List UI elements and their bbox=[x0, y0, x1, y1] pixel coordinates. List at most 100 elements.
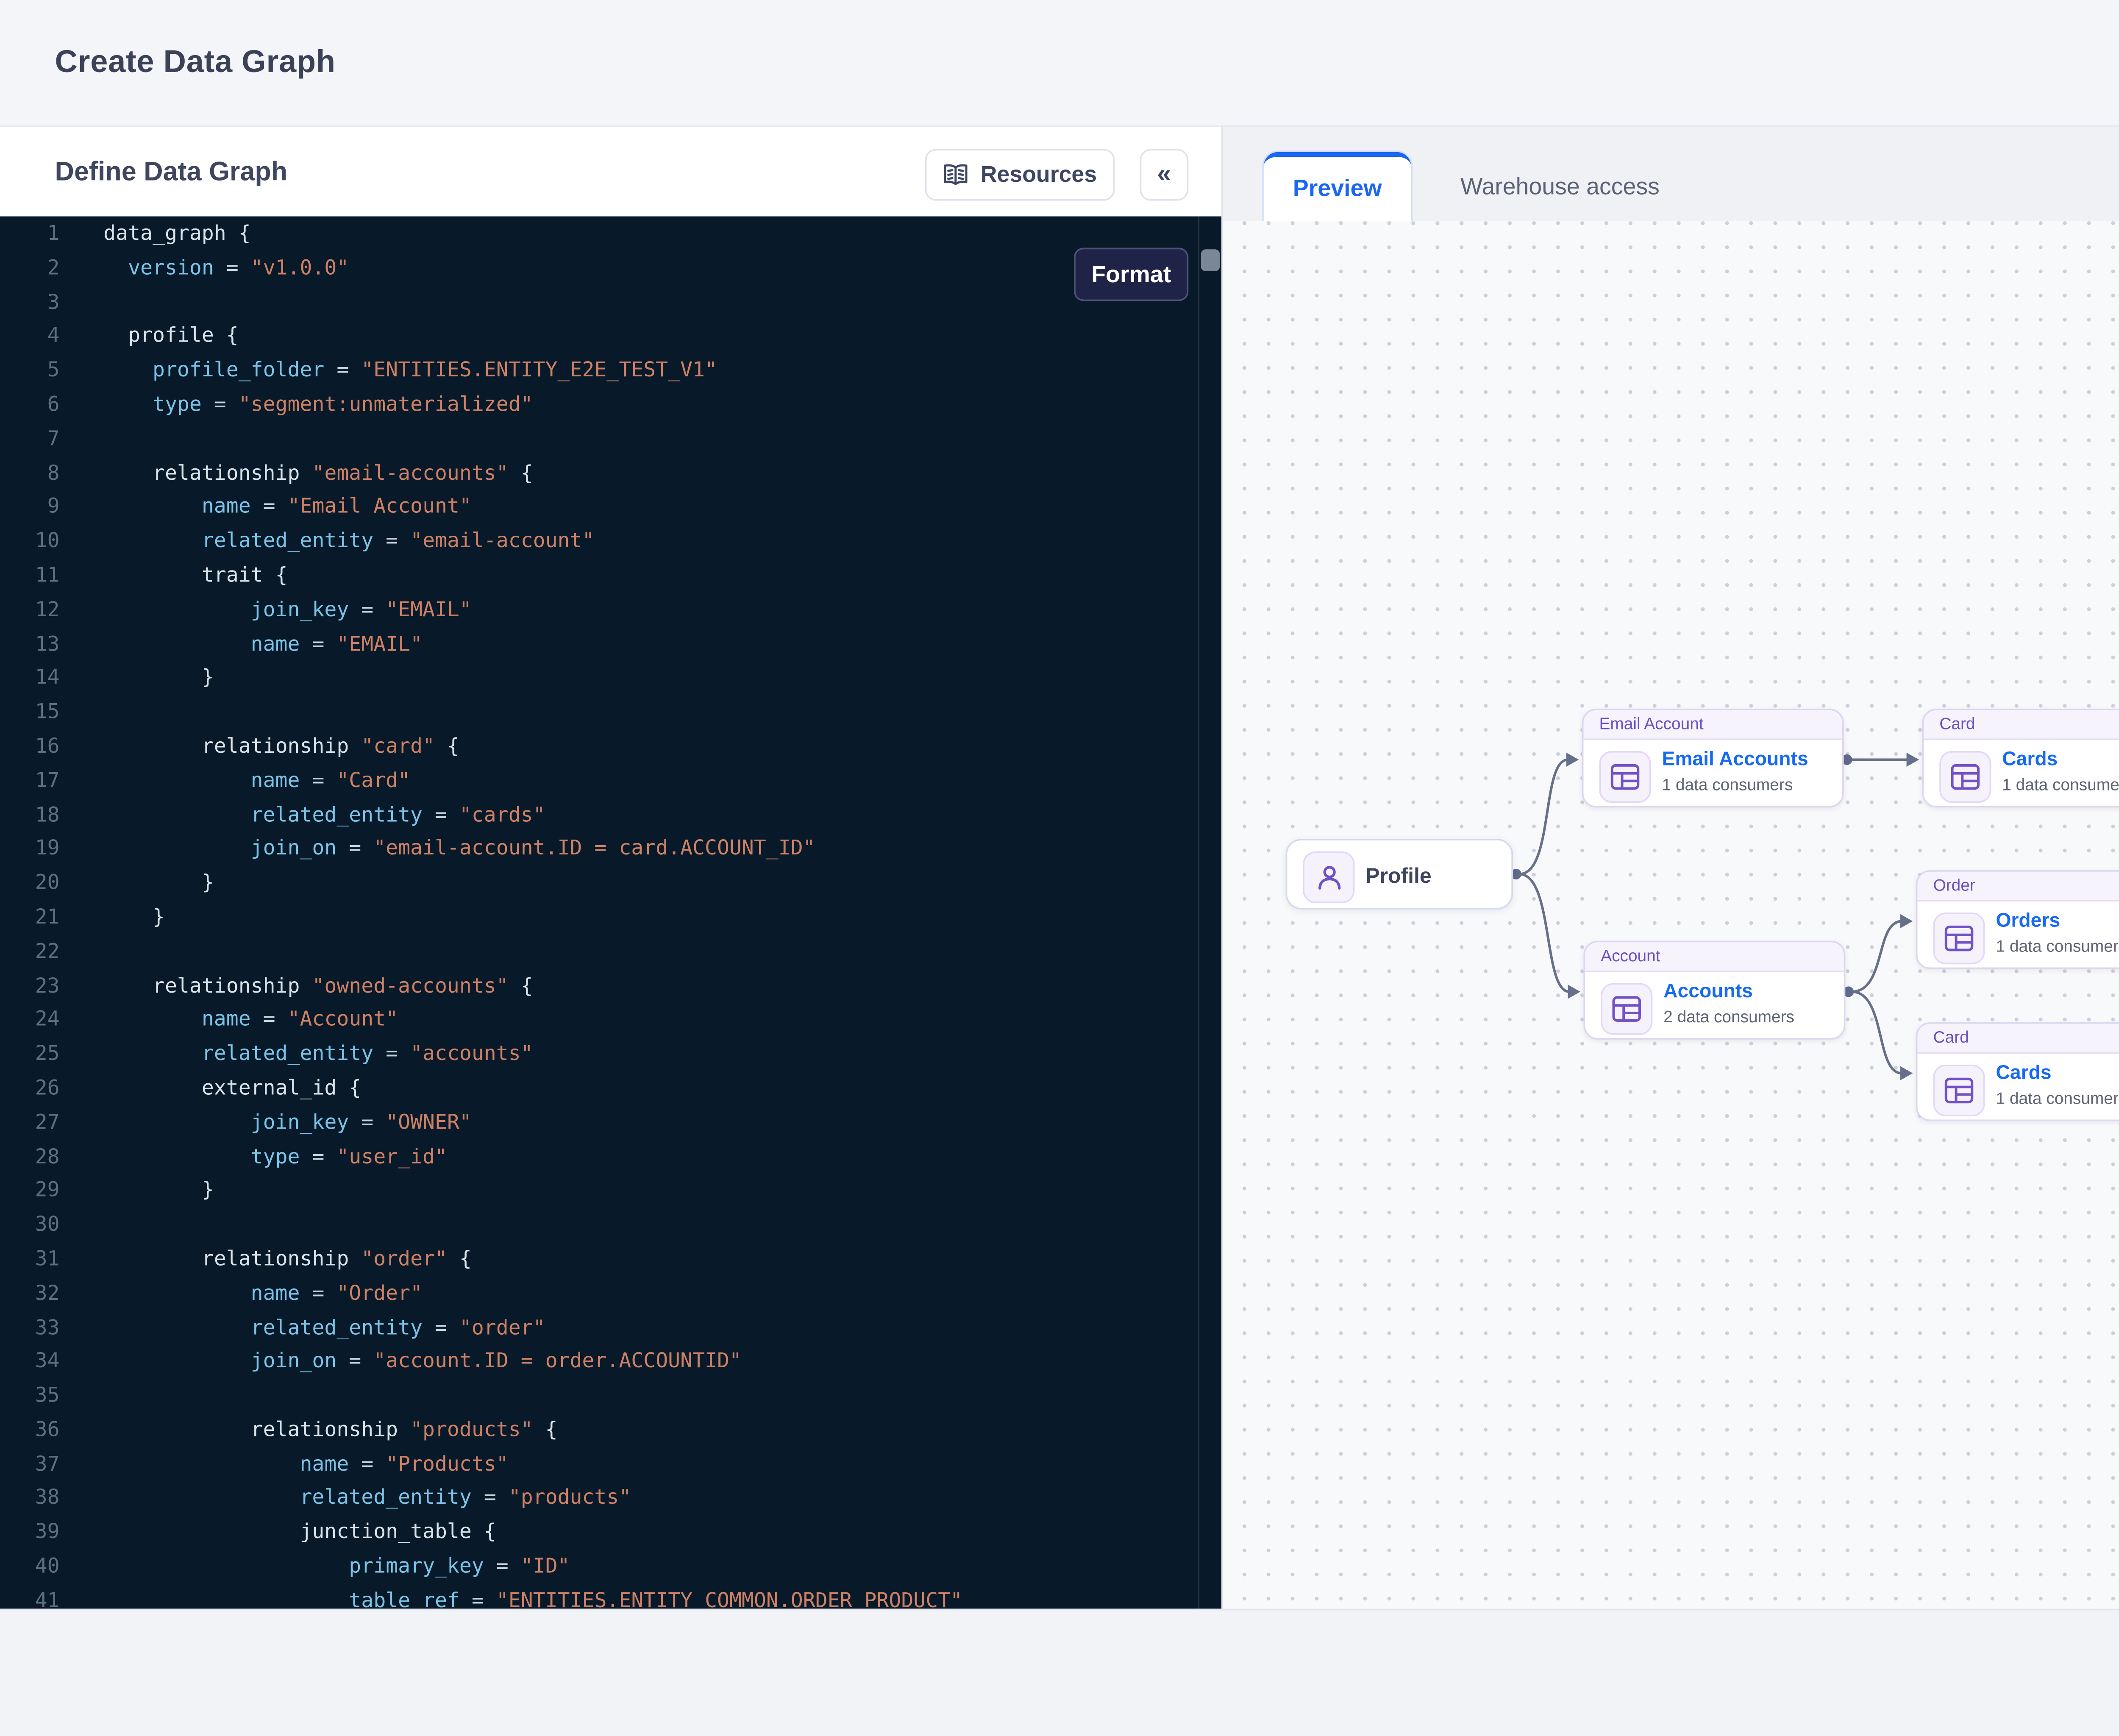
code-line-34: 34 join_on = "account.ID = order.ACCOUNT… bbox=[0, 1346, 1198, 1380]
code-line-35: 35 bbox=[0, 1380, 1198, 1414]
line-number: 21 bbox=[0, 901, 60, 936]
graph-node-cards-bottom[interactable]: Card Cards 1 data consumers bbox=[1916, 1022, 2119, 1121]
line-number: 23 bbox=[0, 970, 60, 1004]
code-line-5: 5 profile_folder = "ENTITIES.ENTITY_E2E_… bbox=[0, 355, 1198, 389]
node-title: Email Accounts bbox=[1662, 748, 1808, 770]
code-line-20: 20 } bbox=[0, 867, 1198, 901]
line-number: 5 bbox=[0, 355, 60, 389]
node-title: Cards bbox=[1996, 1062, 2051, 1084]
line-number: 26 bbox=[0, 1072, 60, 1107]
format-button[interactable]: Format bbox=[1074, 248, 1188, 301]
code-line-29: 29 } bbox=[0, 1175, 1198, 1209]
table-icon bbox=[1939, 751, 1991, 803]
graph-node-orders[interactable]: Order Orders 1 data consumers bbox=[1916, 870, 2119, 969]
line-number: 4 bbox=[0, 320, 60, 355]
line-number: 22 bbox=[0, 936, 60, 970]
code-line-26: 26 external_id { bbox=[0, 1072, 1198, 1107]
line-number: 11 bbox=[0, 560, 60, 594]
code-line-7: 7 bbox=[0, 423, 1198, 457]
graph-node-cards-top[interactable]: Card Cards 1 data consumer bbox=[1922, 709, 2119, 807]
line-number: 36 bbox=[0, 1414, 60, 1449]
page-header: Create Data Graph Cancel bbox=[0, 0, 2119, 127]
line-number: 35 bbox=[0, 1380, 60, 1414]
code-line-28: 28 type = "user_id" bbox=[0, 1141, 1198, 1175]
code-line-14: 14 } bbox=[0, 662, 1198, 697]
node-title: Orders bbox=[1996, 910, 2060, 932]
graph-node-profile[interactable]: Profile bbox=[1286, 839, 1513, 909]
node-consumers-count: 1 data consumer bbox=[2002, 776, 2119, 795]
code-line-13: 13 name = "EMAIL" bbox=[0, 628, 1198, 662]
line-number: 3 bbox=[0, 287, 60, 321]
page-footer: Save bbox=[0, 1609, 2119, 1736]
code-line-39: 39 junction_table { bbox=[0, 1516, 1198, 1551]
line-number: 17 bbox=[0, 765, 60, 799]
line-number: 25 bbox=[0, 1038, 60, 1073]
code-lines: 1data_graph {2 version = "v1.0.0"34 prof… bbox=[0, 218, 1198, 1608]
code-line-30: 30 bbox=[0, 1209, 1198, 1244]
code-line-3: 3 bbox=[0, 287, 1198, 321]
code-line-4: 4 profile { bbox=[0, 320, 1198, 355]
code-line-8: 8 relationship "email-accounts" { bbox=[0, 457, 1198, 492]
resources-button[interactable]: Resources bbox=[925, 149, 1115, 200]
line-number: 10 bbox=[0, 526, 60, 560]
line-number: 33 bbox=[0, 1312, 60, 1346]
line-number: 27 bbox=[0, 1107, 60, 1141]
preview-panel: Preview Warehouse access Profile Email Ac… bbox=[1223, 127, 2119, 1609]
code-editor[interactable]: 1data_graph {2 version = "v1.0.0"34 prof… bbox=[0, 217, 1223, 1609]
person-icon bbox=[1303, 851, 1354, 903]
line-number: 34 bbox=[0, 1346, 60, 1380]
line-number: 30 bbox=[0, 1209, 60, 1244]
line-number: 41 bbox=[0, 1585, 60, 1609]
code-line-37: 37 name = "Products" bbox=[0, 1448, 1198, 1483]
code-line-31: 31 relationship "order" { bbox=[0, 1243, 1198, 1277]
table-icon bbox=[1933, 1065, 1985, 1116]
open-book-icon bbox=[943, 163, 970, 186]
editor-panel-title: Define Data Graph bbox=[55, 156, 287, 187]
node-title: Profile bbox=[1365, 840, 1431, 911]
table-icon bbox=[1601, 983, 1652, 1035]
line-number: 24 bbox=[0, 1004, 60, 1038]
line-number: 13 bbox=[0, 628, 60, 662]
line-number: 32 bbox=[0, 1277, 60, 1312]
graph-canvas[interactable]: Profile Email Account Email Accounts 1 da… bbox=[1223, 221, 2119, 1609]
line-number: 19 bbox=[0, 833, 60, 868]
tab-warehouse-access[interactable]: Warehouse access bbox=[1450, 152, 1670, 221]
node-entity-label: Card bbox=[1917, 1024, 2119, 1054]
graph-node-email-accounts[interactable]: Email Account Email Accounts 1 data cons… bbox=[1582, 709, 1844, 807]
node-title: Accounts bbox=[1663, 980, 1753, 1002]
node-consumers-count: 1 data consumers bbox=[1662, 776, 1793, 795]
line-number: 15 bbox=[0, 696, 60, 731]
table-icon bbox=[1933, 913, 1985, 964]
node-consumers-count: 2 data consumers bbox=[1663, 1008, 1794, 1027]
code-line-11: 11 trait { bbox=[0, 560, 1198, 594]
code-line-41: 41 table_ref = "ENTITIES.ENTITY_COMMON.O… bbox=[0, 1585, 1198, 1609]
graph-node-accounts[interactable]: Account Accounts 2 data consumers bbox=[1583, 941, 1845, 1040]
line-number: 40 bbox=[0, 1551, 60, 1585]
code-line-9: 9 name = "Email Account" bbox=[0, 491, 1198, 526]
line-number: 18 bbox=[0, 799, 60, 833]
code-line-12: 12 join_key = "EMAIL" bbox=[0, 594, 1198, 628]
code-line-23: 23 relationship "owned-accounts" { bbox=[0, 970, 1198, 1004]
line-number: 38 bbox=[0, 1483, 60, 1517]
line-number: 6 bbox=[0, 389, 60, 423]
page-title: Create Data Graph bbox=[55, 45, 335, 81]
line-number: 9 bbox=[0, 491, 60, 526]
code-line-36: 36 relationship "products" { bbox=[0, 1414, 1198, 1449]
node-entity-label: Card bbox=[1924, 710, 2119, 740]
node-consumers-count: 1 data consumers bbox=[1996, 1090, 2119, 1108]
code-line-21: 21 } bbox=[0, 901, 1198, 936]
line-number: 8 bbox=[0, 457, 60, 492]
tab-preview[interactable]: Preview bbox=[1264, 152, 1411, 221]
code-line-40: 40 primary_key = "ID" bbox=[0, 1551, 1198, 1585]
node-title: Cards bbox=[2002, 748, 2058, 770]
create-data-graph-page: Create Data Graph Cancel Define Data Gra… bbox=[0, 0, 2119, 1736]
code-line-19: 19 join_on = "email-account.ID = card.AC… bbox=[0, 833, 1198, 868]
editor-scrollbar-thumb[interactable] bbox=[1201, 249, 1220, 271]
code-line-6: 6 type = "segment:unmaterialized" bbox=[0, 389, 1198, 423]
code-line-22: 22 bbox=[0, 936, 1198, 970]
line-number: 14 bbox=[0, 662, 60, 697]
collapse-panel-button[interactable]: « bbox=[1140, 149, 1189, 200]
node-consumers-count: 1 data consumers bbox=[1996, 938, 2119, 956]
line-number: 29 bbox=[0, 1175, 60, 1209]
code-line-2: 2 version = "v1.0.0" bbox=[0, 252, 1198, 287]
